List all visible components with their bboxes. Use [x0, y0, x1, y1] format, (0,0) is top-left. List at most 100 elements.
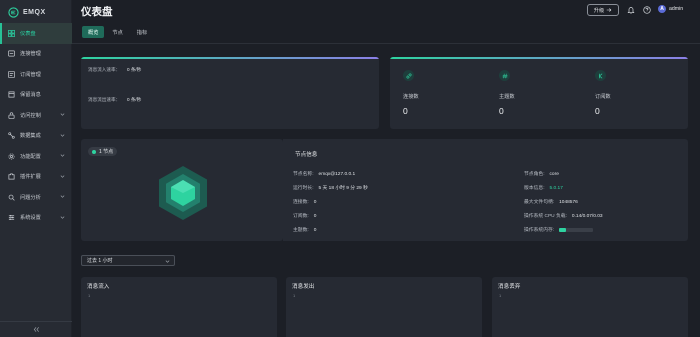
sidebar-item-configuration[interactable]: 功能配置: [0, 146, 72, 167]
chart-y-tick: 1: [88, 293, 91, 298]
upgrade-label: 升级: [593, 7, 605, 14]
chart-messages-sent: 消息发出 1: [286, 277, 482, 337]
node-info-title: 节点信息: [295, 152, 318, 158]
brand-name: EMQX: [23, 8, 46, 16]
sidebar-item-connections[interactable]: 连接管理: [0, 44, 72, 65]
max-fds-value: 1048576: [559, 200, 578, 205]
status-dot: [92, 149, 96, 154]
sidebar-item-label: 仪表盘: [20, 30, 36, 37]
sidebar-item-system-settings[interactable]: 系统设置: [0, 208, 72, 229]
cpu-load-row: 操作系统 CPU 负载: 0.14/0.07/0.03: [524, 212, 603, 219]
metric-label: 订阅数: [595, 94, 611, 100]
version-label: 版本信息:: [524, 186, 545, 191]
upgrade-button[interactable]: 升级: [587, 4, 619, 16]
connections-value: 0: [313, 200, 317, 205]
chart-y-tick: 1: [293, 293, 296, 298]
chart-title: 消息流入: [87, 284, 110, 290]
outbound-rate-value: 0 条/秒: [127, 97, 142, 102]
username: admin: [669, 6, 684, 12]
node-info-card: 节点信息 节点名称: emqx@127.0.0.1 运行时长: 5 天 18 小时 …: [283, 139, 688, 241]
settings-icon: [8, 214, 15, 221]
node-count-label: 1 节点: [99, 149, 114, 155]
sidebar-item-label: 功能配置: [20, 153, 41, 160]
node-name-value: emqx@127.0.0.1: [318, 172, 356, 177]
collapse-icon: [33, 327, 39, 332]
subscriptions-value: 0: [313, 214, 317, 219]
bell-icon[interactable]: [626, 5, 635, 14]
metric-label: 主题数: [499, 94, 515, 100]
card-accent-bar: [81, 57, 379, 59]
max-fds-row: 最大文件句柄: 1048576: [524, 198, 578, 205]
tab-nodes[interactable]: 节点: [106, 26, 128, 38]
sidebar-item-dashboard[interactable]: 仪表盘: [0, 23, 72, 44]
sidebar-item-label: 访问控制: [20, 112, 41, 119]
subscriptions-label: 订阅数:: [293, 214, 309, 219]
sidebar-item-label: 连接管理: [20, 51, 41, 58]
page-title: 仪表盘: [81, 6, 113, 18]
sidebar-item-diagnose[interactable]: 问题分析: [0, 187, 72, 208]
metric-connections: 连接数 0: [403, 70, 483, 116]
link-icon: [403, 70, 414, 81]
tab-metrics[interactable]: 指标: [131, 26, 153, 38]
time-range-select[interactable]: 过去 1 小时: [81, 255, 175, 266]
sidebar-item-label: 数据集成: [20, 133, 41, 140]
max-fds-label: 最大文件句柄:: [524, 200, 555, 205]
analysis-icon: [8, 194, 15, 201]
uptime-label: 运行时长:: [293, 186, 314, 191]
gear-icon: [8, 153, 15, 160]
node-hexagon-icon[interactable]: [157, 165, 209, 221]
app-root: EMQX 仪表盘 连接管理 订阅管理 保留消息 访问控制 数据集成 功能配置 插…: [0, 0, 700, 337]
tab-overview[interactable]: 概览: [82, 26, 105, 38]
help-icon[interactable]: [642, 5, 651, 14]
sidebar-item-label: 系统设置: [20, 215, 41, 222]
emqx-logo-icon: [8, 6, 19, 18]
time-range-value: 过去 1 小时: [87, 258, 113, 264]
metric-value: 0: [595, 106, 600, 116]
chart-title: 消息发出: [292, 284, 315, 290]
subscribe-icon: [595, 70, 606, 81]
arrow-right-icon: [606, 8, 612, 12]
sidebar-item-retained[interactable]: 保留消息: [0, 85, 72, 106]
sidebar-item-label: 订阅管理: [20, 71, 41, 78]
subscriptions-row: 订阅数: 0: [293, 212, 316, 219]
sidebar-item-label: 插件扩展: [20, 174, 41, 181]
message-rate-card: 消息流入速率： 0 条/秒 消息流出速率： 0 条/秒: [81, 57, 379, 129]
integration-icon: [8, 132, 15, 139]
memory-label: 操作系统内存:: [524, 228, 555, 233]
lock-icon: [8, 112, 15, 119]
memory-row: 操作系统内存:: [524, 226, 594, 233]
topics-value: 0: [313, 228, 317, 233]
connections-row: 连接数: 0: [293, 198, 316, 205]
user-menu[interactable]: A admin: [658, 5, 683, 13]
node-name-label: 节点名称:: [293, 172, 314, 177]
topics-row: 主题数: 0: [293, 226, 316, 233]
tabs-divider: [72, 43, 700, 44]
sidebar-item-access-control[interactable]: 访问控制: [0, 105, 72, 126]
sidebar-nav: 仪表盘 连接管理 订阅管理 保留消息 访问控制 数据集成 功能配置 插件扩展 问…: [0, 23, 72, 228]
chart-y-tick: 1: [499, 293, 502, 298]
node-name-row: 节点名称: emqx@127.0.0.1: [293, 170, 355, 177]
cpu-load-label: 操作系统 CPU 负载:: [524, 214, 567, 219]
brand[interactable]: EMQX: [8, 5, 46, 19]
sidebar-item-data-integration[interactable]: 数据集成: [0, 126, 72, 147]
version-value[interactable]: 5.0.17: [550, 186, 563, 191]
sidebar-item-plugins[interactable]: 插件扩展: [0, 167, 72, 188]
inbound-rate-label: 消息流入速率：: [88, 67, 121, 72]
chevron-down-icon: [60, 133, 65, 137]
chevron-down-icon: [60, 154, 65, 157]
uptime-row: 运行时长: 5 天 18 小时 9 分 29 秒: [293, 184, 368, 191]
chevron-down-icon: [60, 215, 65, 219]
chevron-down-icon: [165, 260, 170, 263]
dashboard-icon: [8, 29, 15, 37]
chart-title: 消息丢弃: [498, 284, 521, 290]
chevron-down-icon: [60, 195, 65, 198]
version-row: 版本信息: 5.0.17: [524, 184, 563, 191]
sidebar-item-subscriptions[interactable]: 订阅管理: [0, 64, 72, 85]
sidebar-collapse-button[interactable]: [0, 321, 72, 337]
plugin-icon: [8, 173, 15, 180]
metric-label: 连接数: [403, 94, 419, 100]
metrics-summary-card: 连接数 0 主题数 0 订阅数 0: [390, 57, 688, 129]
metric-subscriptions: 订阅数 0: [595, 70, 675, 116]
metric-value: 0: [499, 106, 504, 116]
avatar: A: [658, 5, 666, 13]
